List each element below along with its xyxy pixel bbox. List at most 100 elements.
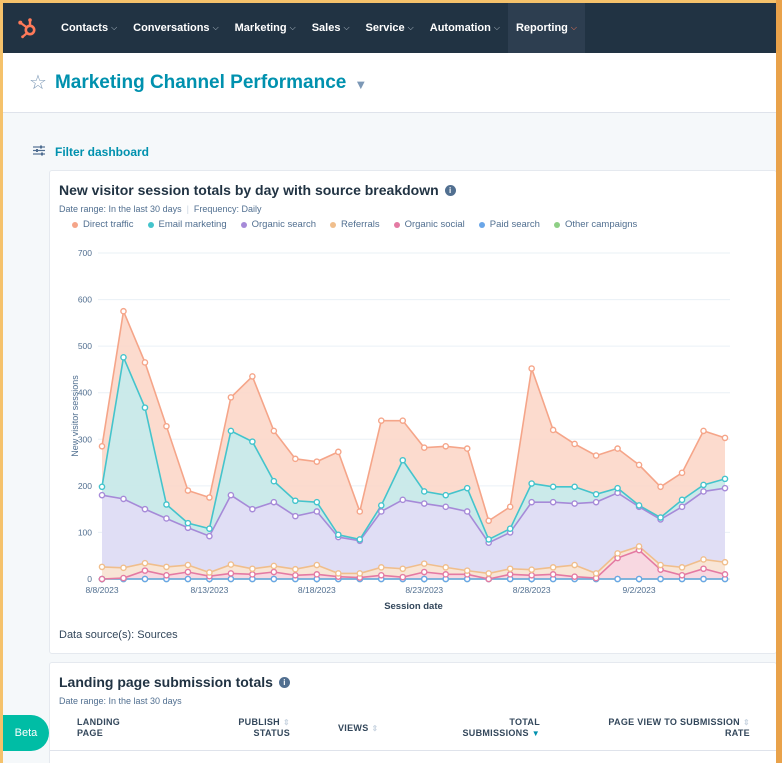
column-header-views[interactable]: VIEWS ⇕ xyxy=(338,723,379,734)
data-point xyxy=(270,562,278,570)
data-point xyxy=(141,359,149,366)
data-point xyxy=(249,565,256,573)
y-tick-label: 100 xyxy=(78,527,92,537)
data-point xyxy=(98,442,106,450)
column-header-publish-status[interactable]: PUBLISH ⇕ STATUS xyxy=(230,717,290,739)
data-point xyxy=(399,417,407,424)
data-point xyxy=(442,491,450,499)
data-point xyxy=(721,484,729,492)
data-point xyxy=(721,434,729,442)
data-point xyxy=(657,561,664,569)
legend-item[interactable]: Paid search xyxy=(478,219,540,230)
data-point xyxy=(592,570,600,577)
info-icon[interactable]: i xyxy=(278,676,290,688)
data-point xyxy=(463,508,471,515)
report-title: Landing page submission totals i xyxy=(59,674,290,690)
nav-marketing[interactable]: Marketing ⌵ xyxy=(227,3,304,53)
chevron-down-icon: ⌵ xyxy=(212,23,219,32)
nav-automation[interactable]: Automation ⌵ xyxy=(422,3,508,53)
data-point xyxy=(506,571,514,578)
data-point xyxy=(292,571,299,579)
data-point xyxy=(721,571,729,578)
data-point xyxy=(270,477,278,485)
data-point xyxy=(377,564,385,571)
data-point xyxy=(657,575,664,583)
hubspot-sprocket-icon[interactable] xyxy=(3,3,53,53)
sort-desc-icon: ▼ xyxy=(531,729,540,738)
data-point xyxy=(227,561,235,568)
data-point xyxy=(420,488,428,495)
nav-reporting[interactable]: Reporting ⌵ xyxy=(507,3,585,53)
y-axis-label: New visitor sessions xyxy=(70,375,80,457)
data-point xyxy=(249,571,256,578)
data-point xyxy=(98,563,106,571)
x-tick-label: 9/2/2023 xyxy=(623,585,656,595)
y-tick-label: 700 xyxy=(78,248,92,258)
y-tick-label: 600 xyxy=(78,295,92,305)
nav-conversations[interactable]: Conversations ⌵ xyxy=(125,3,227,53)
data-point xyxy=(313,561,321,569)
chevron-down-icon: ⌵ xyxy=(111,23,118,32)
data-point xyxy=(592,498,600,506)
table-header: LANDING PAGE PUBLISH ⇕ STATUS VIEWS ⇕ TOTA… xyxy=(50,715,778,751)
nav-service[interactable]: Service ⌵ xyxy=(358,3,422,53)
dashboard-title[interactable]: Marketing Channel Performance xyxy=(55,72,346,94)
data-point xyxy=(270,427,278,435)
caret-down-icon[interactable]: ▼ xyxy=(354,77,367,92)
nav-contacts[interactable]: Contacts ⌵ xyxy=(53,3,125,53)
data-point xyxy=(313,571,321,578)
data-point xyxy=(678,564,686,571)
legend-swatch xyxy=(553,221,560,228)
data-point xyxy=(528,566,535,573)
column-label: VIEWS xyxy=(338,723,369,733)
data-point xyxy=(420,568,428,576)
data-point xyxy=(420,500,428,507)
data-point xyxy=(614,445,621,452)
date-range-label: Date range: In the last 30 days xyxy=(59,696,182,706)
data-point xyxy=(700,575,707,583)
nav-label: Sales xyxy=(311,22,341,34)
legend-item[interactable]: Other campaigns xyxy=(553,219,637,230)
column-header-landing-page[interactable]: LANDING PAGE xyxy=(77,717,120,739)
column-label: STATUS xyxy=(253,728,290,738)
legend-item[interactable]: Email marketing xyxy=(147,219,227,230)
nav-label: Marketing xyxy=(234,22,287,34)
data-point xyxy=(721,475,729,483)
report-card-landing-pages: Landing page submission totals i Date ra… xyxy=(49,662,778,763)
column-header-total-submissions[interactable]: TOTAL SUBMISSIONS ▼ xyxy=(450,717,540,739)
data-point xyxy=(141,567,149,574)
data-point xyxy=(635,502,643,509)
legend-item[interactable]: Organic social xyxy=(393,219,465,230)
beta-button[interactable]: Beta xyxy=(3,715,49,751)
data-point xyxy=(184,575,192,583)
chevron-down-icon: ⌵ xyxy=(570,23,577,32)
data-point xyxy=(377,502,385,509)
data-point xyxy=(399,565,407,573)
data-point xyxy=(98,575,106,583)
data-point xyxy=(463,484,471,492)
report-meta: Date range: In the last 30 days | Freque… xyxy=(59,204,261,214)
legend-item[interactable]: Referrals xyxy=(330,219,380,230)
column-label: PUBLISH xyxy=(238,717,280,727)
x-tick-label: 8/8/2023 xyxy=(85,585,118,595)
data-point xyxy=(399,496,407,504)
data-point xyxy=(206,494,213,501)
nav-sales[interactable]: Sales ⌵ xyxy=(304,3,358,53)
data-point xyxy=(292,497,299,505)
star-icon[interactable]: ☆ xyxy=(29,70,47,95)
column-header-conversion-rate[interactable]: PAGE VIEW TO SUBMISSION ⇕ RATE xyxy=(590,717,750,739)
data-point xyxy=(657,514,664,521)
legend-item[interactable]: Organic search xyxy=(240,219,316,230)
data-point xyxy=(592,452,600,459)
data-point xyxy=(120,354,127,361)
info-icon[interactable]: i xyxy=(444,184,456,196)
window-edge xyxy=(776,0,782,763)
legend-item[interactable]: Direct traffic xyxy=(72,219,134,230)
data-point xyxy=(141,559,149,567)
data-point xyxy=(227,575,235,583)
data-point xyxy=(335,448,342,456)
filter-dashboard-button[interactable]: Filter dashboard xyxy=(33,145,149,159)
data-point xyxy=(571,440,578,448)
data-point xyxy=(292,512,299,520)
data-point xyxy=(249,373,256,380)
